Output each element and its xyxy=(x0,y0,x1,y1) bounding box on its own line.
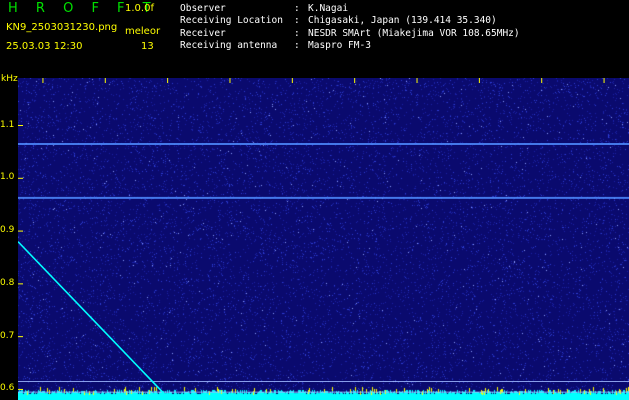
station-info: Observer: K.Nagai Receiving Location: Chig… xyxy=(180,3,520,53)
y-tick-label: 0.6 xyxy=(0,383,15,394)
y-tick-label: 0.9 xyxy=(0,225,15,236)
info-sep: : xyxy=(294,3,300,14)
info-sep: : xyxy=(294,40,300,52)
info-row-location: Receiving Location: Chigasaki, Japan (139… xyxy=(180,15,520,27)
info-sep: : xyxy=(294,27,300,39)
info-label: Observer xyxy=(180,3,226,14)
meteor-echo xyxy=(18,241,169,398)
info-row-observer: Observer: K.Nagai xyxy=(180,3,520,15)
info-row-receiver: Receiver: NESDR SMArt (Miakejima VOR 108.… xyxy=(180,28,520,40)
info-row-antenna: Receiving antenna: Maspro FM-3 xyxy=(180,40,520,52)
header-panel: H R O F F T 1.0.0f KN9_2503031230.png me… xyxy=(0,0,629,78)
file-name: KN9_2503031230.png xyxy=(6,22,118,33)
info-value: K.Nagai xyxy=(308,3,349,14)
echo-count: 13 xyxy=(141,41,154,52)
date-time: 25.03.03 12:30 xyxy=(6,41,83,52)
y-tick-label: 0.8 xyxy=(0,277,15,288)
info-value: Maspro FM-3 xyxy=(308,40,371,52)
info-label: Receiving Location xyxy=(180,15,283,27)
info-value: NESDR SMArt (Miakejima VOR 108.65MHz) xyxy=(308,27,520,39)
y-tick-label: 0.7 xyxy=(0,330,15,341)
info-value: Chigasaki, Japan (139.414 35.340) xyxy=(308,15,497,27)
y-axis-unit: kHz xyxy=(1,74,18,84)
info-sep: : xyxy=(294,15,300,27)
mode-label: meleor xyxy=(125,26,161,37)
y-tick-label: 1.1 xyxy=(0,119,15,130)
version-label: 1.0.0f xyxy=(125,3,154,14)
spectrogram-overlay xyxy=(18,78,629,398)
info-label: Receiver xyxy=(180,27,226,39)
y-tick-label: 1.0 xyxy=(0,172,15,183)
info-label: Receiving antenna xyxy=(180,40,278,52)
spectrogram xyxy=(18,78,629,400)
